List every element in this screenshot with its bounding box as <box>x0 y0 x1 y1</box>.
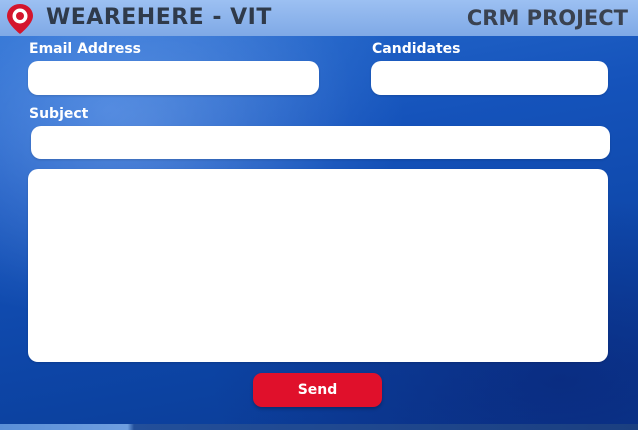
brand-title: WEAREHERE - VIT <box>46 5 272 30</box>
map-pin-icon <box>7 4 33 34</box>
project-title: CRM PROJECT <box>466 6 628 30</box>
candidates-field[interactable] <box>371 61 608 95</box>
email-field[interactable] <box>28 61 319 95</box>
header-bar: WEAREHERE - VIT CRM PROJECT <box>0 0 638 36</box>
candidates-label: Candidates <box>372 41 461 57</box>
bottom-strip <box>0 424 638 430</box>
message-textarea[interactable] <box>28 169 608 362</box>
app-window: WEAREHERE - VIT CRM PROJECT Email Addres… <box>0 0 638 430</box>
email-label: Email Address <box>29 41 142 57</box>
send-button[interactable]: Send <box>253 373 382 407</box>
subject-label: Subject <box>29 106 89 122</box>
subject-field[interactable] <box>31 126 610 159</box>
